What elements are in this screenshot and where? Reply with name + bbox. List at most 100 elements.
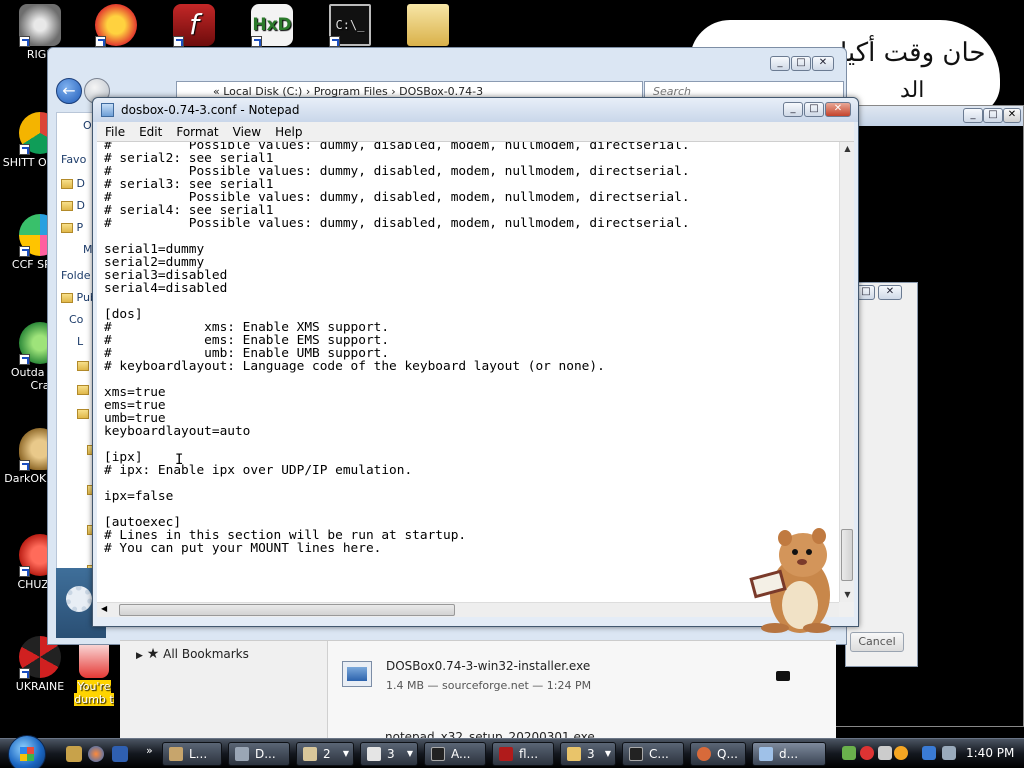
show-desktop-icon[interactable] bbox=[112, 746, 128, 762]
quick-launch-icon[interactable] bbox=[66, 746, 82, 762]
nav-folder[interactable] bbox=[77, 383, 89, 396]
scroll-left-arrow-icon[interactable]: ◀ bbox=[101, 604, 107, 613]
desktop-icon-label: You're dumb t bbox=[74, 680, 114, 706]
notepad-titlebar[interactable]: dosbox-0.74-3.conf - Notepad _ □ ✕ bbox=[93, 98, 858, 122]
quick-launch-icon[interactable] bbox=[88, 746, 104, 762]
menu-format[interactable]: Format bbox=[168, 122, 224, 139]
taskbar-app-icon bbox=[431, 747, 445, 761]
taskbar-app-icon bbox=[367, 747, 381, 761]
taskbar-button[interactable]: C... bbox=[622, 742, 684, 766]
all-bookmarks-item[interactable]: ▶ ★ All Bookmarks bbox=[136, 646, 249, 662]
nav-item[interactable]: Co bbox=[69, 313, 83, 326]
hamster-mascot bbox=[749, 528, 831, 633]
download-meta: 1.4 MB — sourceforge.net — 1:24 PM bbox=[386, 679, 592, 692]
maximize-button[interactable]: □ bbox=[983, 108, 1003, 123]
menu-view[interactable]: View bbox=[225, 122, 267, 139]
desktop-icon-hxd[interactable]: HxD bbox=[234, 4, 310, 48]
tray-icon[interactable] bbox=[878, 746, 892, 760]
resize-grip[interactable] bbox=[839, 602, 854, 617]
minimize-button[interactable]: _ bbox=[783, 102, 803, 117]
shortcut-arrow-icon bbox=[19, 354, 30, 365]
taskbar-button[interactable]: fl... bbox=[492, 742, 554, 766]
nav-item[interactable]: P bbox=[61, 221, 83, 234]
chevron-right-icon: ▶ bbox=[136, 651, 143, 661]
taskbar-app-icon bbox=[697, 747, 711, 761]
horizontal-scrollbar[interactable]: ◀ bbox=[97, 602, 839, 617]
text-line bbox=[104, 373, 690, 386]
start-button[interactable] bbox=[8, 735, 46, 768]
star-icon: ★ bbox=[146, 646, 160, 662]
close-button[interactable]: ✕ bbox=[1003, 108, 1021, 123]
folder-icon bbox=[61, 293, 73, 303]
close-button[interactable]: ✕ bbox=[825, 102, 851, 117]
vertical-scroll-thumb[interactable] bbox=[841, 529, 853, 581]
horizontal-scroll-thumb[interactable] bbox=[119, 604, 455, 616]
desktop-icon-folder[interactable] bbox=[390, 4, 466, 48]
text-line: # keyboardlayout: Language code of the k… bbox=[104, 359, 605, 374]
quick-launch-chevron-icon[interactable]: » bbox=[146, 744, 153, 757]
scroll-down-arrow-icon[interactable]: ▼ bbox=[840, 588, 855, 602]
downloads-panel: ▶ ★ All Bookmarks DOSBox0.74-3-win32-ins… bbox=[120, 640, 836, 739]
desktop-icon-cmd[interactable]: C:\_ bbox=[312, 4, 388, 48]
cancel-button[interactable]: Cancel bbox=[850, 632, 904, 652]
nav-item-folders[interactable]: Folde bbox=[61, 269, 90, 282]
text-line: serial4=disabled bbox=[104, 281, 228, 296]
maximize-button[interactable]: □ bbox=[804, 102, 824, 117]
bookmarks-sidebar: ▶ ★ All Bookmarks bbox=[120, 641, 328, 739]
text-line: ems=true bbox=[104, 398, 166, 413]
desktop-icon-p[interactable] bbox=[78, 4, 154, 48]
shortcut-arrow-icon bbox=[19, 246, 30, 257]
clock[interactable]: 1:40 PM bbox=[966, 746, 1014, 760]
tray-icon[interactable] bbox=[842, 746, 856, 760]
nav-item[interactable]: L bbox=[77, 335, 83, 348]
nav-item[interactable]: O bbox=[83, 119, 92, 132]
scroll-up-arrow-icon[interactable]: ▲ bbox=[840, 142, 855, 156]
network-icon[interactable] bbox=[922, 746, 936, 760]
menu-bar: File Edit Format View Help bbox=[97, 122, 854, 142]
taskbar-button[interactable]: Q... bbox=[690, 742, 746, 766]
vertical-scrollbar[interactable]: ▲ ▼ bbox=[839, 142, 854, 602]
taskbar-app-icon bbox=[629, 747, 643, 761]
folder-icon bbox=[77, 385, 89, 395]
desktop-icon-flash[interactable]: f bbox=[156, 4, 232, 48]
back-arrow-icon[interactable]: ← bbox=[56, 78, 82, 104]
file-content: # Possible values: dummy, disabled, mode… bbox=[104, 142, 690, 555]
minimize-button[interactable]: _ bbox=[963, 108, 983, 123]
minimize-button[interactable]: _ bbox=[770, 56, 790, 71]
taskbar-button[interactable]: D... bbox=[228, 742, 290, 766]
close-button[interactable]: ✕ bbox=[878, 285, 902, 300]
shortcut-arrow-icon bbox=[19, 144, 30, 155]
chevron-down-icon: ▼ bbox=[406, 749, 413, 758]
volume-icon[interactable] bbox=[942, 746, 956, 760]
text-editor-area[interactable]: # Possible values: dummy, disabled, mode… bbox=[97, 142, 839, 602]
folder-open-icon[interactable] bbox=[776, 671, 790, 681]
chevron-down-icon: ▼ bbox=[604, 749, 611, 758]
taskbar-group-button[interactable]: 3 ▼ bbox=[360, 742, 418, 766]
close-button[interactable]: ✕ bbox=[812, 56, 834, 71]
maximize-button[interactable]: □ bbox=[791, 56, 811, 71]
text-line: # You can put your MOUNT lines here. bbox=[104, 541, 382, 556]
taskbar-group-button[interactable]: 3 ▼ bbox=[560, 742, 616, 766]
maximize-button[interactable]: □ bbox=[857, 285, 875, 300]
nav-folder[interactable] bbox=[77, 407, 89, 420]
nav-item[interactable]: D bbox=[61, 177, 85, 190]
nav-folder[interactable] bbox=[77, 359, 89, 372]
desktop-icon-youre-dumb[interactable]: You're dumb t bbox=[66, 636, 122, 706]
nav-item[interactable]: D bbox=[61, 199, 85, 212]
taskbar-group-button[interactable]: 2 ▼ bbox=[296, 742, 354, 766]
menu-help[interactable]: Help bbox=[267, 122, 308, 139]
search-icon[interactable] bbox=[894, 746, 908, 760]
menu-edit[interactable]: Edit bbox=[131, 122, 168, 139]
taskbar: » L... D... 2 ▼ 3 ▼ A... fl... 3 ▼ C... Q..… bbox=[0, 735, 1024, 768]
notepad-window[interactable]: dosbox-0.74-3.conf - Notepad _ □ ✕ File E… bbox=[92, 97, 859, 627]
taskbar-button[interactable]: A... bbox=[424, 742, 486, 766]
taskbar-button[interactable]: L... bbox=[162, 742, 222, 766]
menu-file[interactable]: File bbox=[97, 122, 131, 139]
taskbar-app-icon bbox=[759, 747, 773, 761]
nav-item-favorites[interactable]: Favo bbox=[61, 153, 86, 166]
taskbar-button-notepad[interactable]: d... bbox=[752, 742, 826, 766]
tray-icon[interactable] bbox=[860, 746, 874, 760]
text-line bbox=[104, 477, 690, 490]
wallpaper-arabic-text-2: الد bbox=[900, 78, 925, 103]
text-line: # Possible values: dummy, disabled, mode… bbox=[104, 216, 690, 231]
